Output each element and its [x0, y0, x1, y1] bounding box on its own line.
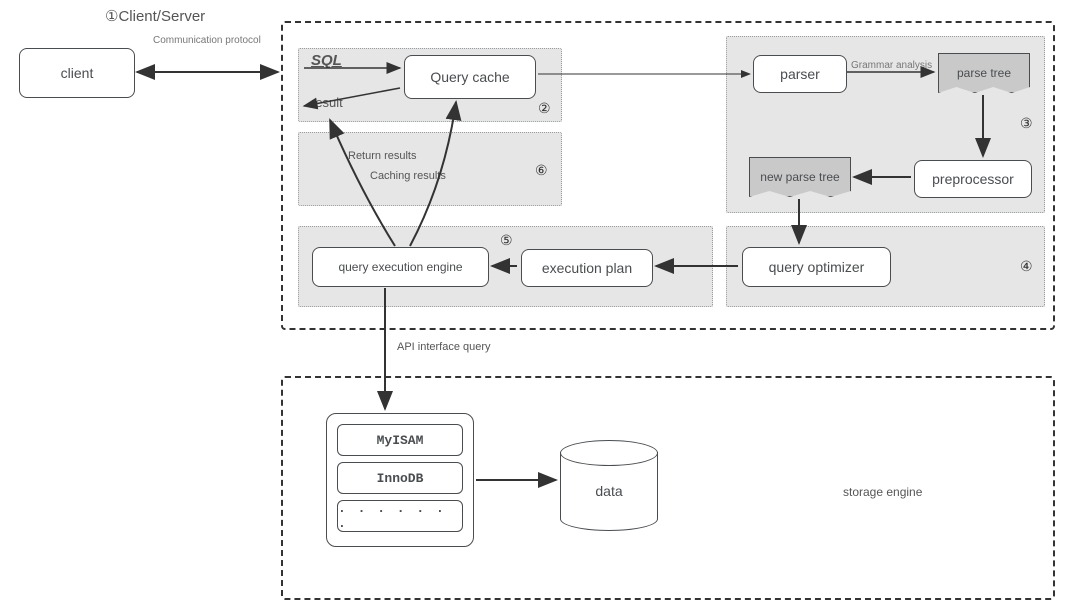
query-optimizer-box: query optimizer — [742, 247, 891, 287]
data-text: data — [595, 483, 622, 499]
innodb-row: InnoDB — [337, 462, 463, 494]
data-cylinder-top — [560, 440, 658, 466]
execution-plan-box: execution plan — [521, 249, 653, 287]
return-results-label: Return results — [348, 150, 416, 162]
num2: ② — [538, 100, 551, 117]
preprocessor-box: preprocessor — [914, 160, 1032, 198]
num3: ③ — [1020, 115, 1033, 132]
parse-tree-doc: parse tree — [938, 53, 1030, 93]
header-title: Client/Server — [118, 8, 205, 25]
parser-box: parser — [753, 55, 847, 93]
client-box: client — [19, 48, 135, 98]
zone-caching — [298, 132, 562, 206]
execution-plan-text: execution plan — [542, 260, 632, 276]
api-query-label: API interface query — [397, 341, 491, 353]
storage-engine-label: storage engine — [843, 485, 922, 499]
query-cache-text: Query cache — [430, 69, 509, 85]
new-parse-tree-text: new parse tree — [760, 170, 839, 184]
client-text: client — [61, 65, 94, 81]
sql-label: SQL — [311, 52, 342, 69]
header-num: ① — [105, 8, 118, 25]
num6: ⑥ — [535, 162, 548, 179]
comm-protocol-label: Communication protocol — [153, 35, 261, 46]
header-label: ①Client/Server — [105, 7, 205, 25]
myisam-row: MyISAM — [337, 424, 463, 456]
parse-tree-text: parse tree — [957, 66, 1011, 80]
diagram-stage: ①Client/Server client Query cache parser… — [0, 0, 1068, 616]
new-parse-tree-doc: new parse tree — [749, 157, 851, 197]
grammar-label: Grammar analysis — [851, 60, 932, 71]
caching-results-label: Caching results — [370, 170, 446, 182]
result-label: result — [311, 95, 343, 110]
num4: ④ — [1020, 258, 1033, 275]
more-row: . . . . . . . — [337, 500, 463, 532]
num5: ⑤ — [500, 232, 513, 249]
exec-engine-box: query execution engine — [312, 247, 489, 287]
preprocessor-text: preprocessor — [932, 171, 1014, 187]
exec-engine-text: query execution engine — [338, 260, 462, 274]
query-optimizer-text: query optimizer — [769, 259, 865, 275]
parser-text: parser — [780, 66, 820, 82]
query-cache-box: Query cache — [404, 55, 536, 99]
